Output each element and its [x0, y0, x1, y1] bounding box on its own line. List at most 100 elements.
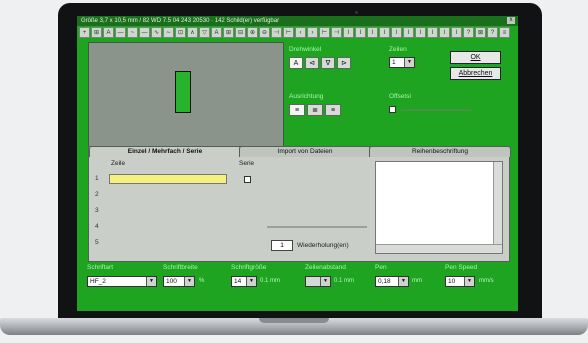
orientation-left-button[interactable]: ⊲: [305, 57, 319, 69]
pen-value: 0,18: [378, 278, 391, 285]
pen-select[interactable]: 0,18 ▼: [375, 276, 409, 287]
align-center-button[interactable]: ≣: [307, 104, 323, 116]
lines-select[interactable]: 1 ▼: [389, 57, 415, 68]
column-series-header: Serie: [239, 160, 255, 167]
font-width-select[interactable]: 100 ▼: [163, 276, 195, 287]
font-select[interactable]: HF_2 ▼: [87, 276, 157, 287]
tool-button[interactable]: ⊣: [271, 27, 282, 38]
pen-speed-label: Pen Speed: [445, 264, 478, 271]
label-preview: [88, 42, 284, 148]
ok-button[interactable]: OK: [450, 51, 501, 64]
lines-label: Zeilen: [389, 46, 407, 53]
tool-button[interactable]: ∼: [163, 27, 174, 38]
repeat-label: Wiederholung(en): [297, 242, 349, 249]
tool-button[interactable]: ∧: [187, 27, 198, 38]
tool-button[interactable]: ⊕: [247, 27, 258, 38]
pen-speed-unit: mm/s: [479, 278, 494, 284]
tool-button[interactable]: ⊠: [475, 27, 486, 38]
chevron-down-icon: ▼: [146, 277, 156, 286]
orientation-down-button[interactable]: ∇: [321, 57, 335, 69]
tool-button[interactable]: ǀ: [367, 27, 378, 38]
tool-button[interactable]: ›: [307, 27, 318, 38]
offset-checkbox[interactable]: [389, 106, 396, 113]
series-checkbox[interactable]: [244, 176, 251, 183]
chevron-down-icon: ▼: [398, 277, 408, 286]
tool-button[interactable]: ∿: [151, 27, 162, 38]
chevron-down-icon: ▼: [404, 58, 414, 67]
tool-button[interactable]: A: [211, 27, 222, 38]
tool-button[interactable]: —: [115, 27, 126, 38]
tool-button[interactable]: ǀ: [451, 27, 462, 38]
font-size-select[interactable]: 14 ▼: [231, 276, 257, 287]
line-spacing-select[interactable]: ▼: [305, 276, 331, 287]
tool-button[interactable]: ⊢: [283, 27, 294, 38]
tool-button[interactable]: ǀ: [427, 27, 438, 38]
tool-button[interactable]: A: [103, 27, 114, 38]
tool-button[interactable]: ǀ: [355, 27, 366, 38]
row-labeling-textarea[interactable]: [375, 161, 503, 254]
row-number: 5: [95, 239, 99, 246]
tool-button[interactable]: ǀ: [379, 27, 390, 38]
font-value: HF_2: [90, 278, 106, 285]
pen-speed-value: 10: [448, 278, 456, 285]
tool-button[interactable]: ⊖: [259, 27, 270, 38]
tool-button[interactable]: ǀ: [415, 27, 426, 38]
offset-label: Offsetsi: [389, 93, 411, 100]
orientation-right-button[interactable]: ⊳: [337, 57, 351, 69]
chevron-down-icon: ▼: [184, 277, 194, 286]
tool-button[interactable]: ⊣: [331, 27, 342, 38]
chevron-down-icon: ▼: [464, 277, 474, 286]
tool-button[interactable]: ǀ: [343, 27, 354, 38]
pen-unit: mm: [412, 278, 422, 284]
label-preview-mark: [175, 71, 191, 113]
tool-button[interactable]: —: [139, 27, 150, 38]
entry-scroll-bar[interactable]: [267, 226, 367, 228]
tool-button[interactable]: ⊡: [175, 27, 186, 38]
offset-slider[interactable]: [401, 109, 471, 111]
alignment-label: Ausrichtung: [289, 93, 324, 100]
window-title: Größe 3,7 x 10,5 mm / 82 WD 7.5 04 243 2…: [81, 18, 280, 24]
column-line-header: Zeile: [111, 160, 126, 167]
line-1-input[interactable]: [109, 174, 227, 184]
tab-row-labeling[interactable]: Reihenbeschriftung: [369, 146, 511, 157]
lines-value: 1: [392, 59, 396, 66]
cancel-button[interactable]: Abbrechen: [450, 67, 501, 80]
tool-button[interactable]: ǀ: [403, 27, 414, 38]
orientation-up-button[interactable]: A: [289, 57, 303, 69]
tool-button[interactable]: ‹: [295, 27, 306, 38]
laptop-notch: [259, 318, 329, 323]
row-number: 2: [95, 191, 99, 198]
font-width-unit: %: [199, 278, 205, 284]
pen-speed-select[interactable]: 10 ▼: [445, 276, 475, 287]
align-left-button[interactable]: ≡: [289, 104, 305, 116]
tool-button[interactable]: +: [79, 27, 90, 38]
tool-button[interactable]: ǀ: [391, 27, 402, 38]
row-number: 1: [95, 175, 99, 182]
tab-import-files[interactable]: Import von Dateien: [239, 146, 371, 157]
tool-button[interactable]: ⊟: [235, 27, 246, 38]
webcam: [355, 11, 358, 14]
tool-button[interactable]: ⊞: [223, 27, 234, 38]
align-right-button[interactable]: ≡: [325, 104, 341, 116]
font-size-unit: 0.1 mm: [260, 278, 281, 284]
close-button[interactable]: x: [507, 17, 515, 24]
tool-button[interactable]: ?: [463, 27, 474, 38]
font-size-label: Schriftgröße: [231, 264, 267, 271]
tool-button[interactable]: ~: [127, 27, 138, 38]
font-label: Schriftart: [87, 264, 114, 271]
tool-button[interactable]: ⊢: [319, 27, 330, 38]
tool-button[interactable]: ǀ: [439, 27, 450, 38]
line-spacing-label: Zeilenabstand: [305, 264, 346, 271]
entry-panel: Einzel / Mehrfach / Serie Import von Dat…: [88, 146, 511, 262]
repeat-count-input[interactable]: 1: [271, 240, 293, 251]
tool-button[interactable]: ≡: [499, 27, 510, 38]
chevron-down-icon: ▼: [246, 277, 256, 286]
horizontal-scrollbar[interactable]: [376, 244, 502, 253]
tool-button[interactable]: ⊞: [91, 27, 102, 38]
font-width-label: Schriftbreite: [163, 264, 198, 271]
tool-button[interactable]: ?: [487, 27, 498, 38]
tab-single-multi-series[interactable]: Einzel / Mehrfach / Serie: [89, 146, 241, 157]
tool-button[interactable]: ▽: [199, 27, 210, 38]
vertical-scrollbar[interactable]: [493, 162, 502, 253]
font-size-value: 14: [234, 278, 242, 285]
